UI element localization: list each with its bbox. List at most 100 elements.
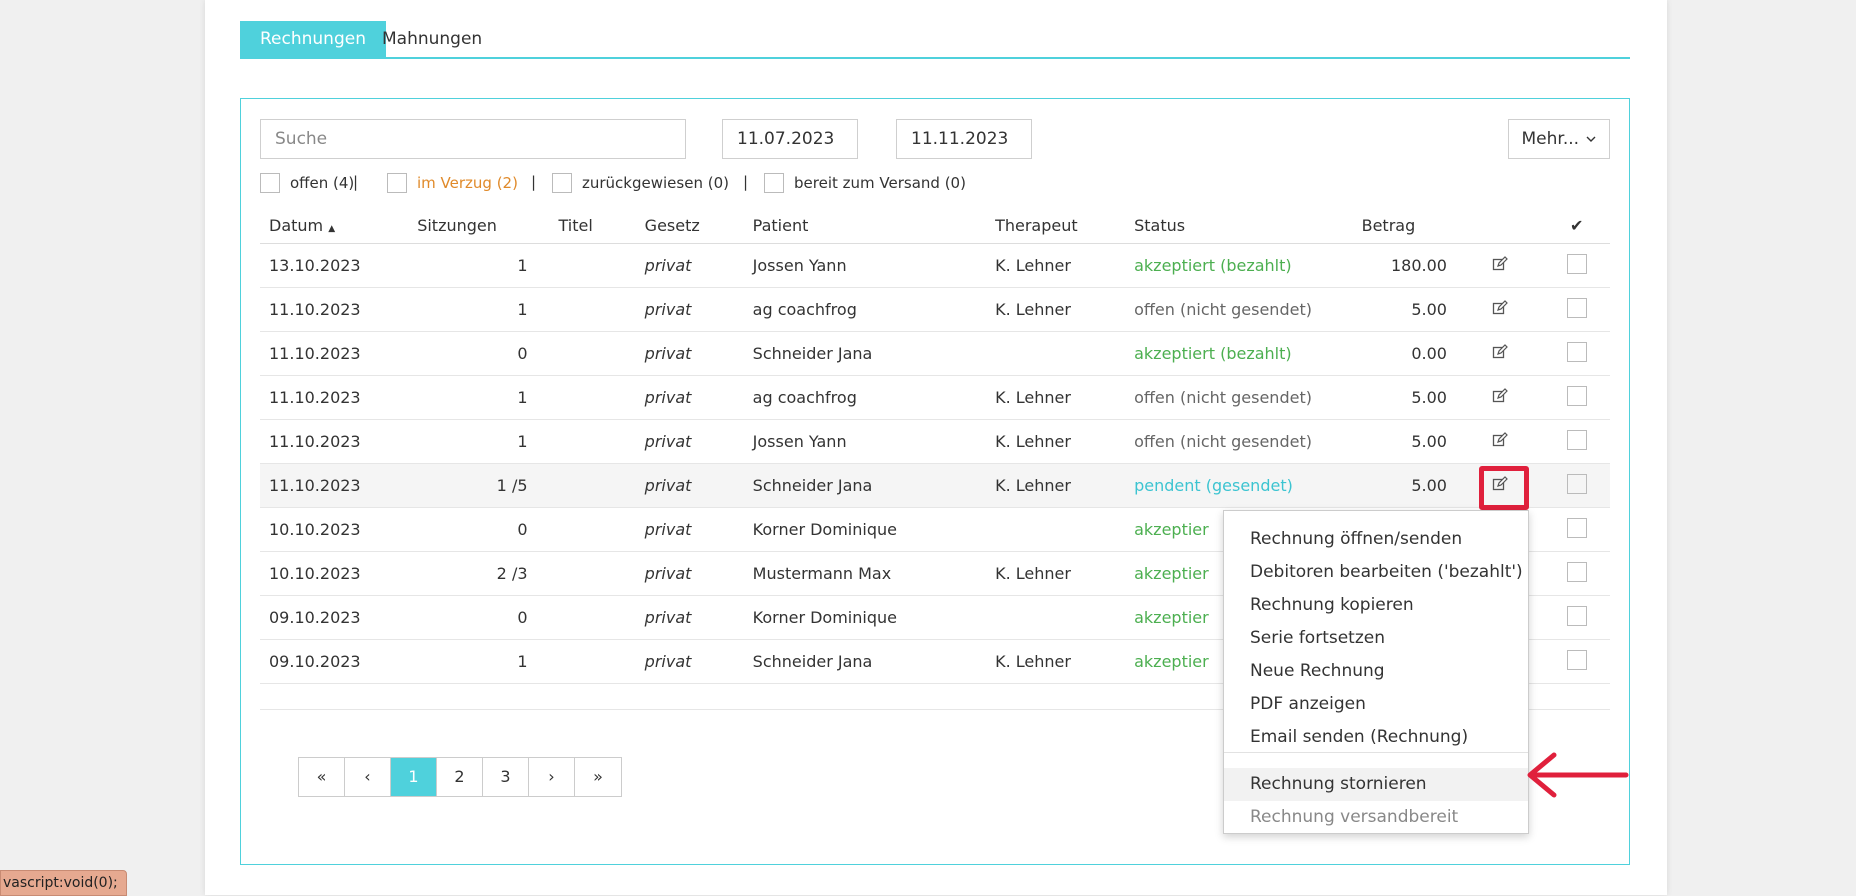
- row-checkbox[interactable]: [1566, 253, 1587, 274]
- cell-datum: 11.10.2023: [260, 331, 409, 376]
- menu-item[interactable]: Debitoren bearbeiten ('bezahlt'): [1224, 556, 1528, 589]
- cell-select: [1543, 507, 1610, 552]
- row-checkbox[interactable]: [1566, 561, 1587, 582]
- cell-edit: [1455, 243, 1544, 288]
- col-sitzungen[interactable]: Sitzungen: [408, 207, 550, 244]
- table-row[interactable]: 11.10.2023 0 privat Schneider Jana akzeptier…: [260, 331, 1610, 376]
- cell-gesetz: privat: [635, 331, 744, 376]
- col-datum[interactable]: Datum ▲: [260, 207, 409, 244]
- cell-edit: [1455, 331, 1544, 376]
- col-select-all[interactable]: ✔: [1543, 207, 1610, 244]
- row-checkbox[interactable]: [1566, 385, 1587, 406]
- col-status[interactable]: Status: [1125, 207, 1353, 244]
- cell-gesetz: privat: [635, 287, 744, 332]
- row-checkbox[interactable]: [1566, 649, 1587, 670]
- cell-gesetz: privat: [635, 375, 744, 420]
- date-to-field[interactable]: 11.11.2023: [896, 119, 1032, 159]
- edit-icon[interactable]: [1492, 299, 1508, 316]
- edit-icon[interactable]: [1492, 387, 1508, 404]
- cell-titel: [549, 595, 636, 640]
- filter-versand[interactable]: bereit zum Versand (0): [764, 173, 966, 193]
- cell-patient: Schneider Jana: [743, 331, 987, 376]
- cell-patient: Schneider Jana: [743, 639, 987, 684]
- filter-separator: |: [743, 173, 749, 191]
- edit-icon[interactable]: [1492, 343, 1508, 360]
- cell-datum: 09.10.2023: [260, 639, 409, 684]
- cell-select: [1543, 287, 1610, 332]
- col-gesetz[interactable]: Gesetz: [635, 207, 744, 244]
- page-button[interactable]: «: [299, 758, 345, 796]
- row-checkbox[interactable]: [1566, 473, 1587, 494]
- table-row[interactable]: 11.10.2023 1 /5 privat Schneider Jana K. Leh…: [260, 463, 1610, 508]
- row-checkbox[interactable]: [1566, 605, 1587, 626]
- filter-verzug-label: im Verzug (2): [417, 174, 518, 192]
- filter-zurueckgewiesen[interactable]: zurückgewiesen (0): [552, 173, 729, 193]
- filter-offen[interactable]: offen (4): [260, 173, 354, 193]
- row-checkbox[interactable]: [1566, 341, 1587, 362]
- cell-titel: [549, 463, 636, 508]
- cell-therapeut: K. Lehner: [986, 551, 1126, 596]
- menu-item[interactable]: Rechnung öffnen/senden: [1224, 523, 1528, 556]
- cell-patient: Korner Dominique: [743, 507, 987, 552]
- menu-item-stornieren[interactable]: Rechnung stornieren: [1224, 768, 1528, 801]
- edit-icon[interactable]: [1492, 255, 1508, 272]
- col-edit: [1455, 207, 1544, 244]
- filter-zurueckgewiesen-checkbox[interactable]: [552, 173, 572, 193]
- cell-edit: [1455, 375, 1544, 420]
- menu-item[interactable]: Email senden (Rechnung): [1224, 721, 1528, 754]
- table-header-row: Datum ▲ Sitzungen Titel Gesetz Patient T…: [260, 207, 1610, 244]
- col-therapeut[interactable]: Therapeut: [986, 207, 1126, 244]
- row-checkbox[interactable]: [1566, 429, 1587, 450]
- col-betrag[interactable]: Betrag: [1352, 207, 1456, 244]
- col-patient[interactable]: Patient: [743, 207, 987, 244]
- menu-item[interactable]: Rechnung kopieren: [1224, 589, 1528, 622]
- cell-therapeut: K. Lehner: [986, 287, 1126, 332]
- cell-sitzungen: 1: [408, 419, 550, 464]
- edit-icon[interactable]: [1492, 431, 1508, 448]
- cell-sitzungen: 1: [408, 243, 550, 288]
- cell-gesetz: privat: [635, 507, 744, 552]
- row-checkbox[interactable]: [1566, 297, 1587, 318]
- filter-versand-checkbox[interactable]: [764, 173, 784, 193]
- table-row[interactable]: 13.10.2023 1 privat Jossen Yann K. Lehner akz…: [260, 243, 1610, 288]
- row-checkbox[interactable]: [1566, 517, 1587, 538]
- page-button[interactable]: 1: [391, 758, 437, 796]
- filter-verzug[interactable]: im Verzug (2): [387, 173, 518, 193]
- page-button[interactable]: »: [575, 758, 621, 796]
- table-row[interactable]: 11.10.2023 1 privat ag coachfrog K. Lehner of…: [260, 287, 1610, 332]
- more-label: Mehr...: [1521, 129, 1580, 149]
- page-button[interactable]: ‹: [345, 758, 391, 796]
- cell-patient: ag coachfrog: [743, 287, 987, 332]
- menu-item-versandbereit[interactable]: Rechnung versandbereit: [1224, 801, 1528, 834]
- tab-mahnungen[interactable]: Mahnungen: [362, 21, 502, 57]
- cell-therapeut: [986, 595, 1126, 640]
- filter-separator: |: [531, 173, 537, 191]
- cell-gesetz: privat: [635, 243, 744, 288]
- sort-asc-icon: ▲: [328, 223, 336, 234]
- menu-item[interactable]: Neue Rechnung: [1224, 655, 1528, 688]
- menu-item[interactable]: PDF anzeigen: [1224, 688, 1528, 721]
- cell-edit: [1455, 419, 1544, 464]
- table-row[interactable]: 11.10.2023 1 privat ag coachfrog K. Lehner of…: [260, 375, 1610, 420]
- search-input[interactable]: Suche: [260, 119, 686, 159]
- page-button[interactable]: 3: [483, 758, 529, 796]
- more-dropdown-button[interactable]: Mehr...: [1508, 119, 1610, 159]
- col-titel[interactable]: Titel: [549, 207, 636, 244]
- page-button[interactable]: ›: [529, 758, 575, 796]
- cell-betrag: 5.00: [1352, 375, 1456, 420]
- cell-therapeut: [986, 331, 1126, 376]
- filter-offen-checkbox[interactable]: [260, 173, 280, 193]
- cell-titel: [549, 551, 636, 596]
- date-from-field[interactable]: 11.07.2023: [722, 119, 858, 159]
- cell-gesetz: privat: [635, 639, 744, 684]
- cell-datum: 11.10.2023: [260, 375, 409, 420]
- browser-status-url: vascript:void(0);: [0, 870, 127, 896]
- filter-verzug-checkbox[interactable]: [387, 173, 407, 193]
- cell-titel: [549, 639, 636, 684]
- page-button[interactable]: 2: [437, 758, 483, 796]
- cell-patient: Jossen Yann: [743, 243, 987, 288]
- menu-item[interactable]: Serie fortsetzen: [1224, 622, 1528, 655]
- annotation-arrow-icon: [1527, 752, 1629, 798]
- cell-therapeut: K. Lehner: [986, 419, 1126, 464]
- table-row[interactable]: 11.10.2023 1 privat Jossen Yann K. Lehner off…: [260, 419, 1610, 464]
